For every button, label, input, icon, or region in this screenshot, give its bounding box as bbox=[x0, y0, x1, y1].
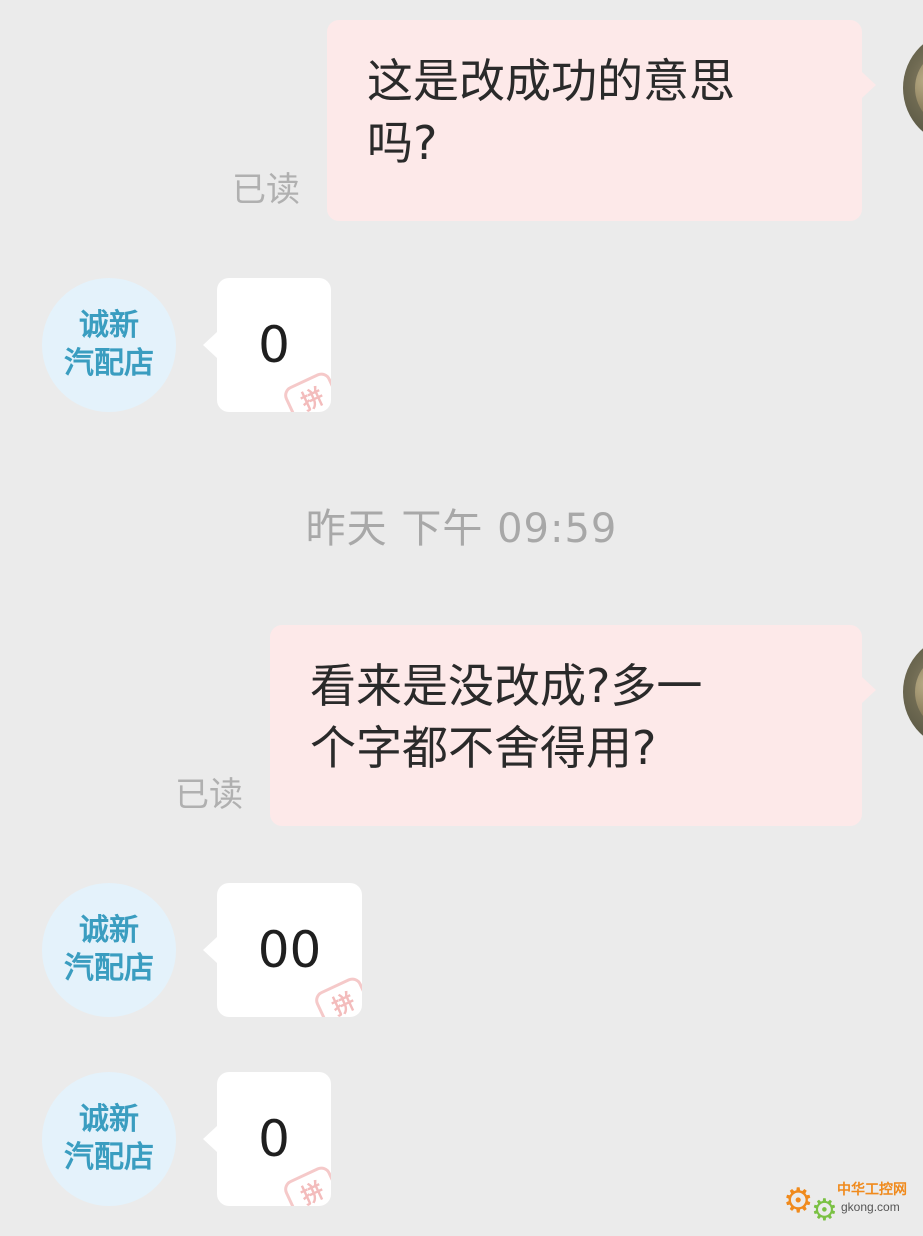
shop-avatar-name: 诚新 bbox=[79, 913, 139, 948]
watermark-logo: ⚙ ⚙ 中华工控网 gkong.com bbox=[783, 1180, 913, 1230]
read-status: 已读 bbox=[232, 170, 300, 210]
received-message-bubble[interactable]: 0 拼 bbox=[203, 1072, 331, 1206]
shop-avatar[interactable]: 诚新 汽配店 bbox=[42, 1072, 176, 1206]
sent-message-bubble[interactable]: 这是改成功的意思 吗? bbox=[327, 20, 876, 221]
shop-avatar[interactable]: 诚新 汽配店 bbox=[42, 883, 176, 1017]
pin-icon: 拼 bbox=[280, 369, 331, 412]
watermark-domain: gkong.com bbox=[841, 1200, 900, 1214]
gear-icon: ⚙ bbox=[783, 1181, 814, 1221]
message-text-line: 个字都不舍得用? bbox=[310, 721, 657, 775]
pin-icon: 拼 bbox=[311, 974, 362, 1017]
pin-icon: 拼 bbox=[280, 1163, 331, 1206]
shop-avatar-name: 汽配店 bbox=[64, 951, 154, 986]
received-message-bubble[interactable]: 0 拼 bbox=[203, 278, 331, 412]
shop-avatar-name: 汽配店 bbox=[64, 1140, 154, 1175]
my-avatar[interactable] bbox=[903, 634, 923, 750]
message-text-line: 吗? bbox=[367, 116, 438, 170]
shop-avatar-name: 汽配店 bbox=[64, 346, 154, 381]
sent-message-bubble[interactable]: 看来是没改成?多一 个字都不舍得用? bbox=[270, 625, 876, 826]
time-divider: 昨天 下午 09:59 bbox=[305, 506, 618, 552]
shop-avatar-name: 诚新 bbox=[79, 308, 139, 343]
received-message-bubble[interactable]: 00 拼 bbox=[203, 883, 362, 1017]
message-text-line: 这是改成功的意思 bbox=[367, 54, 735, 108]
shop-avatar-name: 诚新 bbox=[79, 1102, 139, 1137]
shop-avatar[interactable]: 诚新 汽配店 bbox=[42, 278, 176, 412]
read-status: 已读 bbox=[175, 775, 243, 815]
gear-icon: ⚙ bbox=[811, 1193, 838, 1228]
my-avatar[interactable] bbox=[903, 30, 923, 146]
message-text-line: 看来是没改成?多一 bbox=[310, 659, 703, 713]
watermark-title: 中华工控网 bbox=[837, 1182, 907, 1198]
